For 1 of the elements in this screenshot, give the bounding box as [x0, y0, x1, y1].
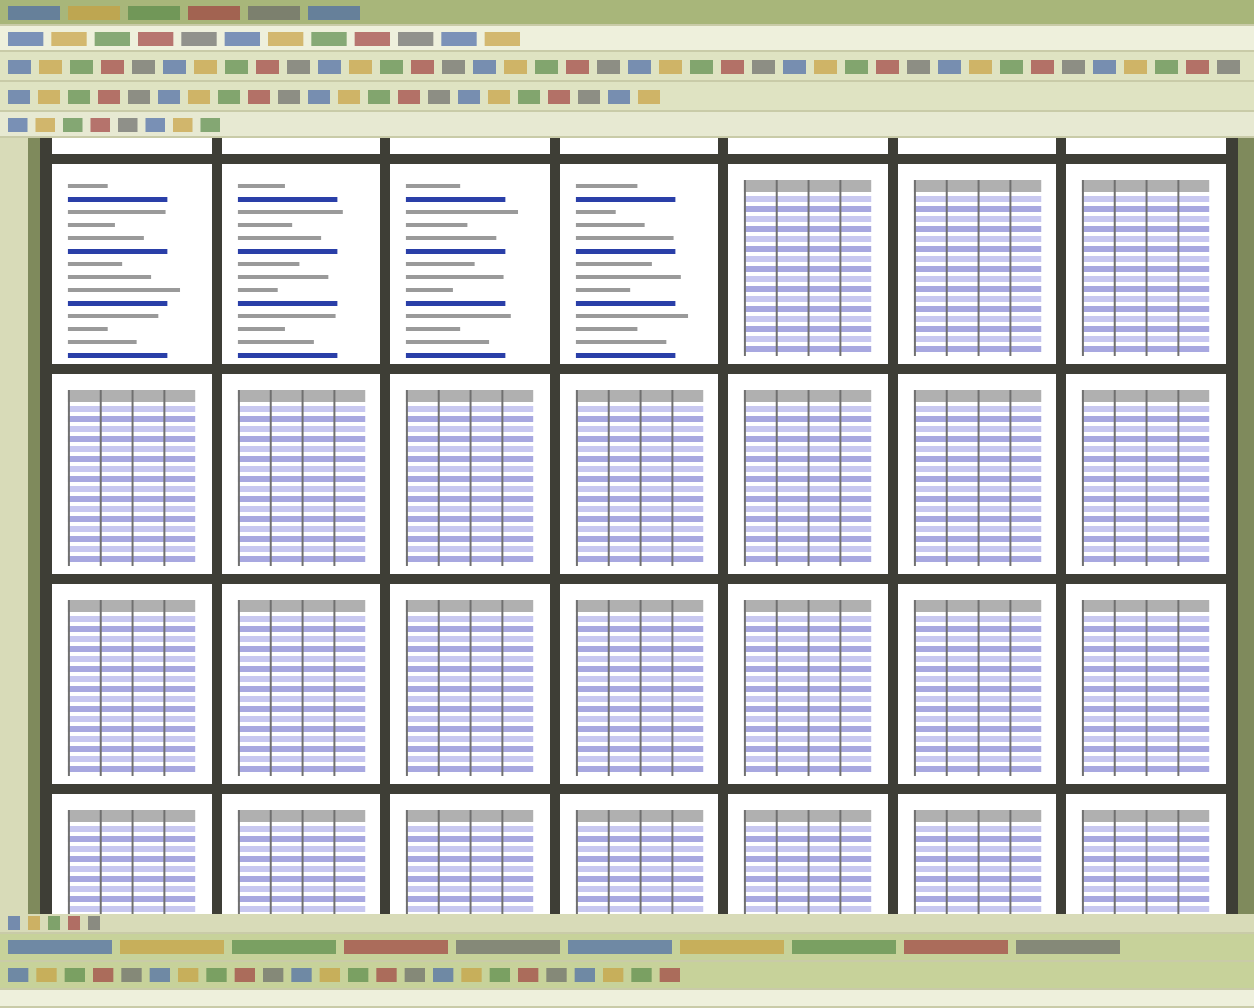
vertical-scrollbar[interactable] — [1238, 138, 1254, 914]
